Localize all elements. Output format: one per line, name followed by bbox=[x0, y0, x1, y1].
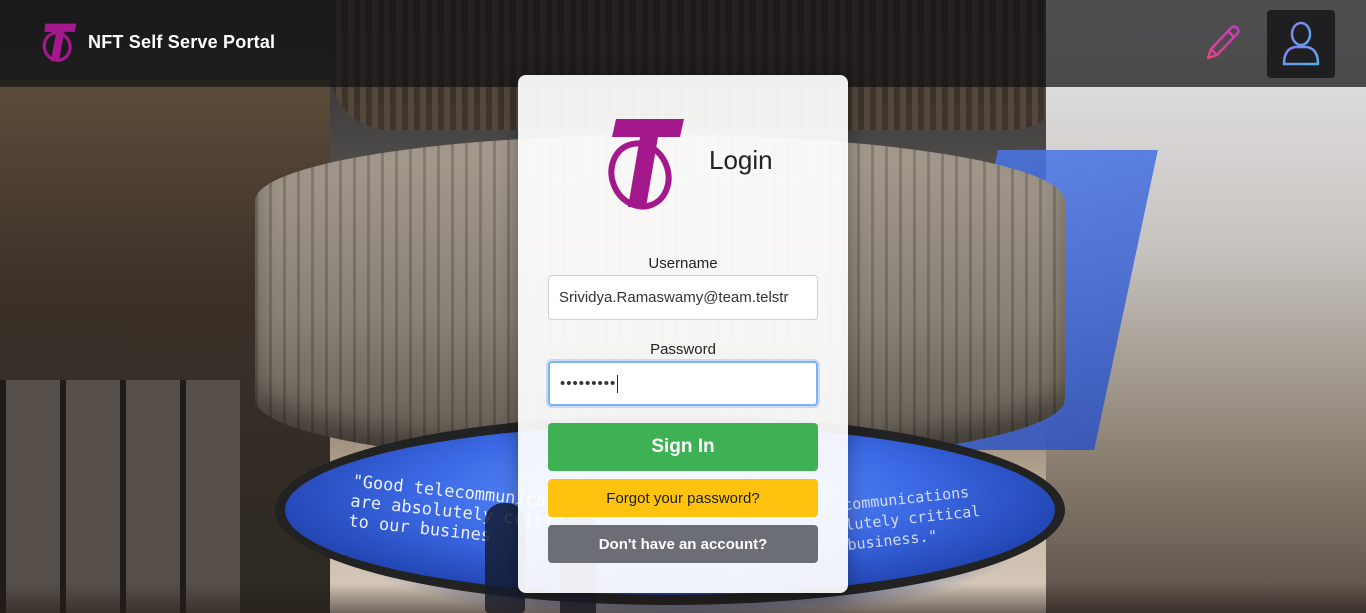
telstra-logo-icon bbox=[42, 23, 77, 62]
text-caret bbox=[617, 374, 619, 393]
brand[interactable]: NFT Self Serve Portal bbox=[40, 20, 275, 64]
user-profile-button[interactable] bbox=[1267, 10, 1335, 78]
forgot-password-button[interactable]: Forgot your password? bbox=[548, 479, 818, 517]
sign-in-button[interactable]: Sign In bbox=[548, 423, 818, 471]
login-card: Login Username Srividya.Ramaswamy@team.t… bbox=[518, 75, 848, 593]
username-label: Username bbox=[648, 255, 718, 272]
username-input[interactable]: Srividya.Ramaswamy@team.telstr bbox=[548, 275, 818, 320]
top-header: NFT Self Serve Portal bbox=[0, 0, 1366, 87]
left-glass-wall bbox=[0, 380, 240, 613]
app-title: NFT Self Serve Portal bbox=[88, 31, 276, 52]
edit-button[interactable] bbox=[1198, 18, 1248, 68]
pencil-icon bbox=[1206, 25, 1240, 60]
password-mask: ••••••••• bbox=[560, 375, 617, 392]
login-title: Login bbox=[709, 145, 773, 175]
username-value: Srividya.Ramaswamy@team.telstr bbox=[559, 289, 789, 306]
telstra-logo-icon bbox=[608, 119, 684, 210]
create-account-button[interactable]: Don't have an account? bbox=[548, 525, 818, 563]
user-icon bbox=[1282, 21, 1320, 66]
password-input[interactable]: ••••••••• bbox=[548, 361, 818, 406]
password-label: Password bbox=[650, 341, 716, 358]
